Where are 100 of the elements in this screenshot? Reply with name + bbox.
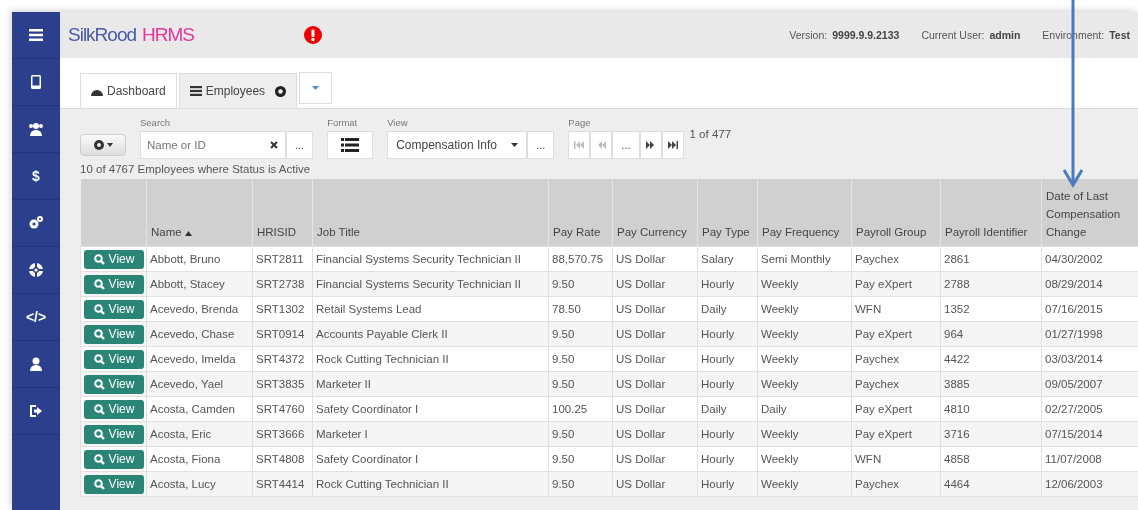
table-cell: Weekly — [757, 421, 852, 447]
view-button[interactable]: View — [84, 424, 144, 444]
view-button[interactable]: View — [84, 474, 144, 494]
table-cell: 09/05/2007 — [1041, 371, 1138, 397]
view-button[interactable]: View — [84, 449, 144, 469]
table-cell: Safety Coordinator I — [312, 446, 549, 472]
view-button[interactable]: View — [84, 274, 144, 294]
column-header[interactable]: Pay Frequency — [757, 179, 852, 247]
settings-button[interactable] — [80, 134, 126, 156]
table-cell: US Dollar — [612, 346, 698, 372]
field-label: Search — [140, 117, 172, 128]
table-cell: 3716 — [940, 421, 1042, 447]
view-button[interactable]: View — [84, 399, 144, 419]
sidebar-item[interactable]: $ — [32, 168, 40, 184]
field-label: View — [387, 117, 409, 128]
table-cell: US Dollar — [612, 371, 698, 397]
next-page-button[interactable] — [639, 131, 662, 159]
view-button[interactable]: View — [84, 249, 144, 269]
field-label: Page — [568, 117, 592, 128]
column-header[interactable]: Pay Rate — [548, 179, 613, 247]
tab[interactable]: Dashboard — [80, 73, 177, 108]
table-cell: 03/03/2014 — [1041, 346, 1138, 372]
page-button[interactable]: ... — [612, 131, 640, 159]
table-cell: Pay eXpert — [851, 421, 941, 447]
alert-icon[interactable] — [304, 26, 322, 44]
clear-icon[interactable] — [270, 141, 278, 149]
list-icon — [189, 86, 202, 96]
caret-icon — [107, 143, 113, 147]
view-select[interactable]: Compensation Info — [387, 131, 528, 159]
tablet-icon[interactable] — [28, 74, 44, 90]
table-cell: Abbott, Bruno — [146, 246, 253, 272]
table-cell: 01/27/1998 — [1041, 321, 1138, 347]
search-icon — [93, 478, 105, 490]
column-header[interactable]: Job Title — [312, 179, 549, 247]
column-header[interactable]: Payroll Identifier — [940, 179, 1042, 247]
table-cell: Rock Cutting Technician II — [312, 346, 549, 372]
column-header[interactable]: Date of Last Compensation Change — [1041, 179, 1138, 247]
more-button[interactable]: ... — [286, 131, 314, 159]
table-cell: Accounts Payable Clerk II — [312, 321, 549, 347]
list-icon — [341, 138, 360, 152]
table-cell: 4422 — [940, 346, 1042, 372]
search-icon — [93, 378, 105, 390]
search-field[interactable]: Name or ID — [140, 131, 286, 159]
table-cell: Weekly — [757, 446, 852, 472]
table-cell: US Dollar — [612, 396, 698, 422]
table-cell: Paychex — [851, 371, 941, 397]
table-cell: WFN — [851, 446, 941, 472]
table-cell: Weekly — [757, 371, 852, 397]
search-icon — [93, 428, 105, 440]
search-icon — [93, 278, 105, 290]
table-cell: Paychex — [851, 246, 941, 272]
last-page-button[interactable] — [661, 131, 684, 159]
table-cell: Paychex — [851, 471, 941, 497]
lifebuoy-icon[interactable] — [28, 262, 44, 278]
header-info: Current User: admin — [921, 29, 1021, 41]
column-header[interactable]: HRISID — [252, 179, 313, 247]
table-cell: 4810 — [940, 396, 1042, 422]
table-cell: Salary — [697, 246, 758, 272]
gears-icon[interactable] — [28, 215, 44, 231]
view-button[interactable]: View — [84, 299, 144, 319]
header-info: Version: 9999.9.9.2133 — [789, 29, 900, 41]
more-button[interactable]: ... — [527, 131, 555, 159]
table-cell: Retail Systems Lead — [312, 296, 549, 322]
search-icon — [93, 353, 105, 365]
table-cell: 4858 — [940, 446, 1042, 472]
table-cell: Financial Systems Security Technician II — [312, 246, 549, 272]
menu-icon[interactable] — [28, 27, 44, 43]
column-header[interactable]: Pay Currency — [612, 179, 698, 247]
search-icon — [93, 453, 105, 465]
table-cell: Safety Coordinator I — [312, 396, 549, 422]
table-cell: Acosta, Fiona — [146, 446, 253, 472]
close-icon[interactable] — [275, 85, 287, 97]
table-cell: 3885 — [940, 371, 1042, 397]
caret-icon — [511, 143, 519, 147]
table-cell: SRT2811 — [252, 246, 313, 272]
format-button[interactable] — [327, 131, 374, 159]
table-cell: Paychex — [851, 346, 941, 372]
view-button[interactable]: View — [84, 324, 144, 344]
table-cell: US Dollar — [612, 446, 698, 472]
search-icon — [93, 253, 105, 265]
sidebar-item[interactable]: </> — [25, 309, 47, 325]
table-cell: 07/16/2015 — [1041, 296, 1138, 322]
sign-out-icon[interactable] — [28, 403, 44, 419]
table-cell: Pay eXpert — [851, 396, 941, 422]
view-button[interactable]: View — [84, 349, 144, 369]
last-page-icon — [667, 140, 678, 150]
table-cell: 02/27/2005 — [1041, 396, 1138, 422]
users-icon[interactable] — [28, 121, 44, 137]
table-cell: 11/07/2008 — [1041, 446, 1138, 472]
user-icon[interactable] — [28, 356, 44, 372]
column-header[interactable]: Pay Type — [697, 179, 758, 247]
column-header[interactable]: Payroll Group — [851, 179, 941, 247]
table-cell: Acevedo, Imelda — [146, 346, 253, 372]
column-header[interactable]: Name — [146, 179, 253, 247]
table-cell: Acevedo, Chase — [146, 321, 253, 347]
table-cell: Abbott, Stacey — [146, 271, 253, 297]
tab[interactable]: Employees — [178, 73, 298, 108]
table-cell: Weekly — [757, 271, 852, 297]
view-button[interactable]: View — [84, 374, 144, 394]
table-cell: US Dollar — [612, 271, 698, 297]
